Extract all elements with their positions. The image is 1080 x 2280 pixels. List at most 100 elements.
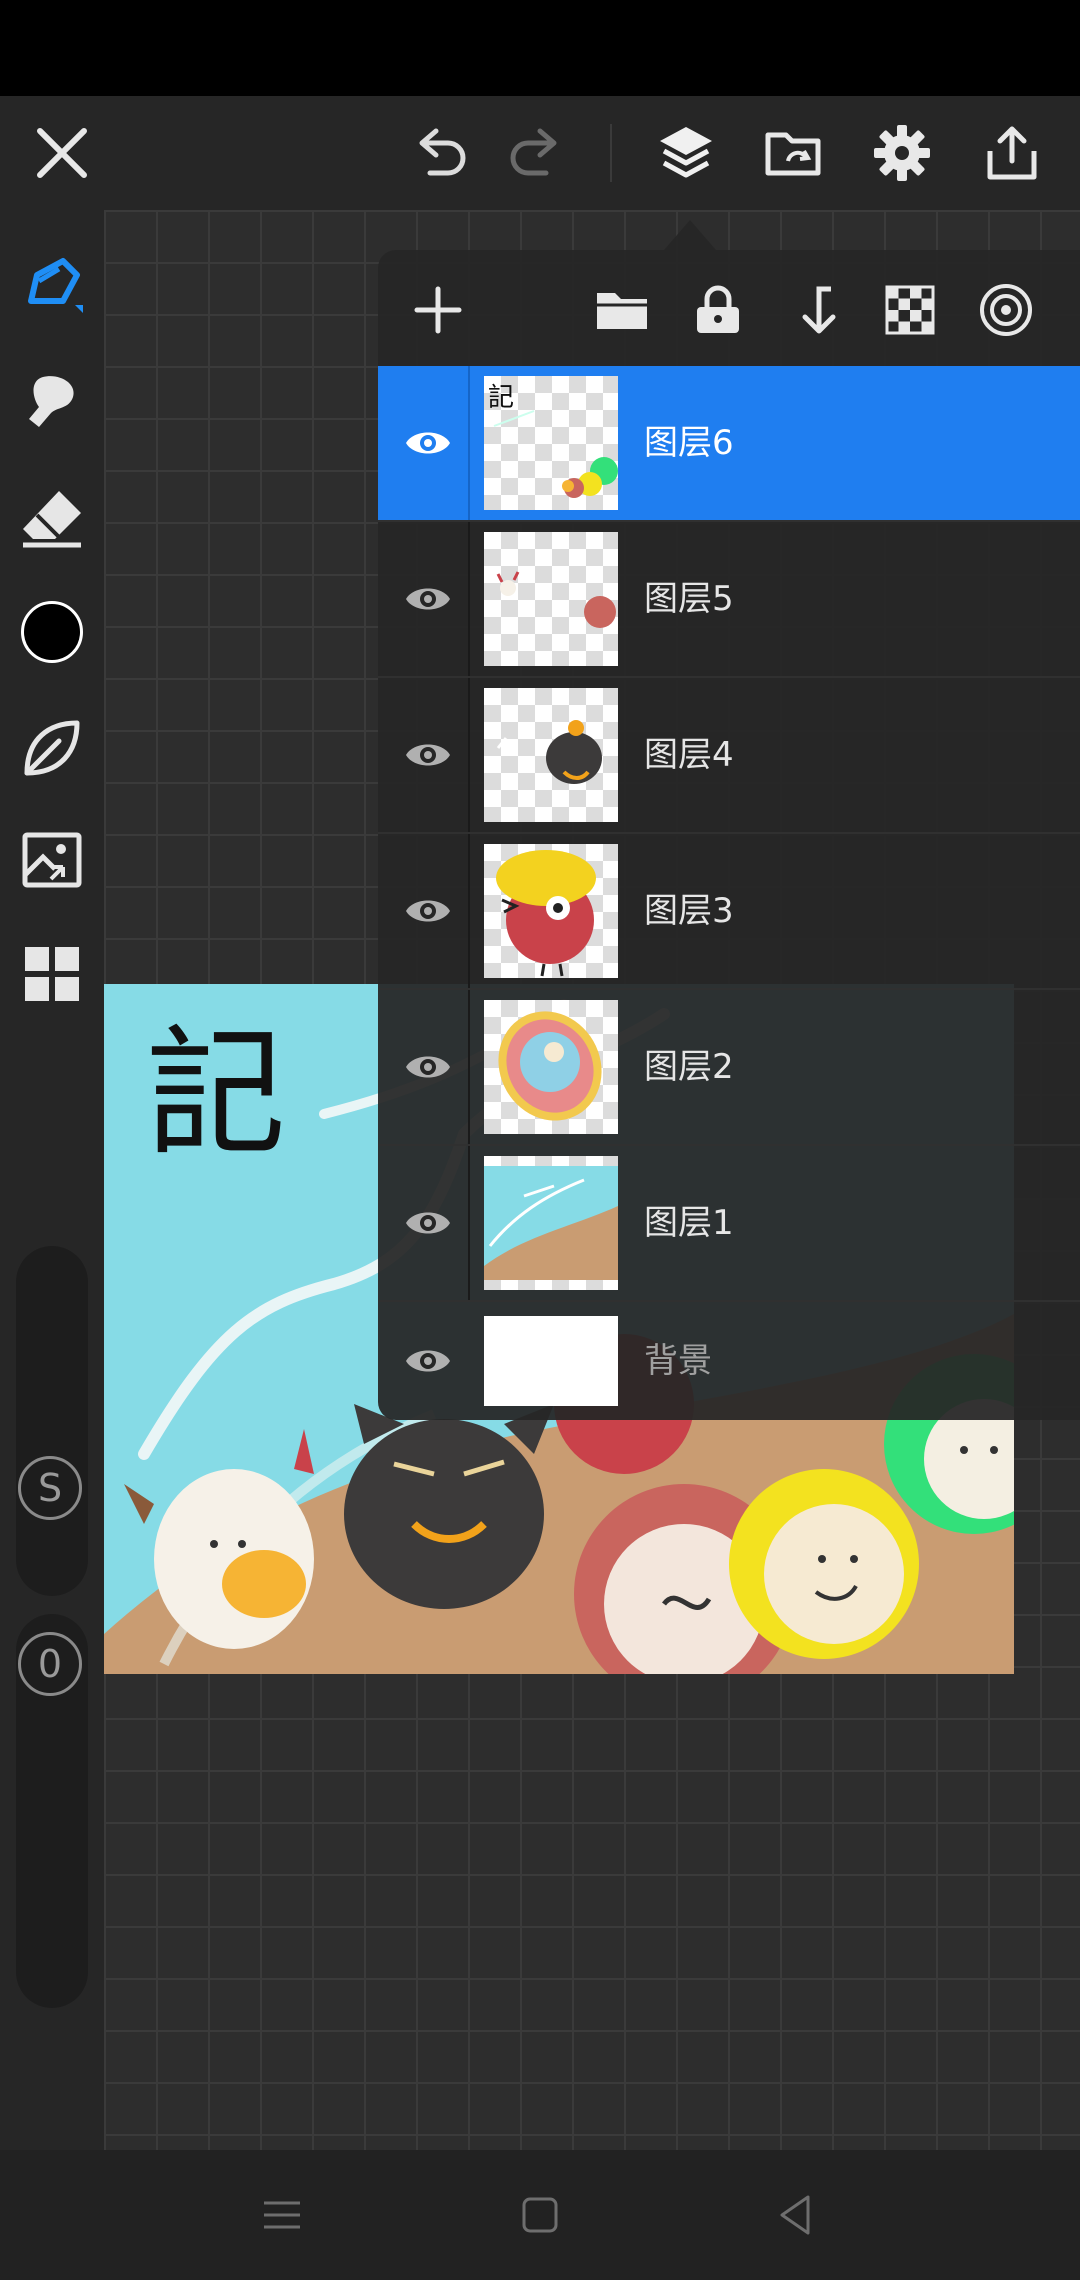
redo-icon [510,128,557,176]
menu-icon [264,2201,300,2229]
brush-tool-button[interactable] [0,234,104,338]
merge-down-button[interactable] [772,268,856,352]
undo-icon [419,128,466,176]
lock-icon [697,285,739,333]
merge-down-icon [802,286,836,334]
color-swatch [21,601,83,663]
eye-icon [406,744,450,766]
visibility-toggle[interactable] [398,1037,458,1097]
layer-row-3[interactable]: 图层3 [378,834,1080,990]
layer-name: 背景 [644,1341,712,1381]
gear-icon [874,125,930,181]
gallery-sync-icon [765,132,821,176]
smudge-tool-button[interactable] [0,350,104,454]
eye-icon [406,1350,450,1372]
opacity-knob[interactable]: 0 [18,1632,82,1696]
target-icon [980,284,1032,336]
layer-panel-caret [664,220,716,250]
new-folder-button[interactable] [580,268,664,352]
leaf-tool-button[interactable] [0,696,104,800]
brush-size-slider[interactable]: S [16,1246,88,1596]
pen-brush-icon [28,258,83,313]
thumb-divider [468,834,470,988]
settings-button[interactable] [852,96,952,210]
eye-icon [406,1056,450,1078]
import-image-button[interactable] [0,808,104,912]
toolbar-divider [610,124,612,182]
thumb-divider [468,990,470,1144]
layer-row-5[interactable]: 图层5 [378,522,1080,678]
eraser-icon [23,491,81,548]
layer-row-1[interactable]: 图层1 [378,1146,1080,1302]
add-layer-button[interactable] [396,268,480,352]
share-button[interactable] [962,96,1062,210]
alpha-lock-button[interactable] [868,268,952,352]
grid-icon [25,947,79,1001]
top-toolbar [0,96,1080,210]
eraser-tool-button[interactable] [0,466,104,570]
gallery-button[interactable] [744,96,844,210]
system-nav-bar [0,2150,1080,2280]
visibility-toggle[interactable] [398,725,458,785]
back-icon [780,2195,810,2235]
home-icon [522,2197,558,2233]
layer-thumbnail: 記 [484,376,618,510]
opacity-slider[interactable]: 0 [16,1614,88,2008]
calligraphy-text: 記 [146,1013,286,1176]
thumb-divider [468,678,470,832]
layer-name: 图层4 [644,735,734,775]
back-button[interactable] [756,2175,836,2255]
layer-row-2[interactable]: 图层2 [378,990,1080,1146]
thumb-divider [468,522,470,676]
visibility-toggle[interactable] [398,569,458,629]
layer-name: 图层3 [644,891,734,931]
close-button[interactable] [12,96,112,210]
eye-icon [406,900,450,922]
lock-layer-button[interactable] [676,268,760,352]
thumb-divider [468,366,470,520]
more-tools-button[interactable] [0,922,104,1026]
layers-icon [660,127,712,178]
leaf-icon [24,720,80,776]
layer-row-background[interactable]: 背景 [378,1302,1080,1420]
visibility-toggle[interactable] [398,1331,458,1391]
redo-button[interactable] [486,96,586,210]
layer-name: 图层2 [644,1047,734,1087]
layer-thumbnail [484,1316,618,1406]
svg-text:記: 記 [488,383,514,413]
layer-name: 图层6 [644,423,734,463]
checker-icon [885,285,935,335]
status-bar [0,0,1080,96]
eye-icon [406,432,450,454]
visibility-toggle[interactable] [398,881,458,941]
layer-thumbnail [484,1000,618,1134]
layer-thumbnail [484,532,618,666]
share-icon [987,126,1037,180]
folder-icon [597,293,647,329]
layer-thumbnail [484,844,618,978]
layer-panel: 記 图层6 图层5 图层4 图层3 图层2 图层1 背景 [378,250,1080,1420]
undo-button[interactable] [390,96,490,210]
recent-apps-button[interactable] [242,2175,322,2255]
layer-name: 图层1 [644,1203,734,1243]
layer-name: 图层5 [644,579,734,619]
image-icon [22,832,82,888]
visibility-toggle[interactable] [398,1193,458,1253]
close-icon [37,128,87,178]
layer-row-6[interactable]: 記 图层6 [378,366,1080,522]
layer-thumbnail [484,1156,618,1290]
visibility-toggle[interactable] [398,413,458,473]
layer-effects-button[interactable] [964,268,1048,352]
layer-row-4[interactable]: 图层4 [378,678,1080,834]
eye-icon [406,588,450,610]
tool-sidebar: S 0 [0,210,104,2150]
home-button[interactable] [500,2175,580,2255]
layer-thumbnail [484,688,618,822]
smudge-icon [29,376,74,427]
thumb-divider [468,1146,470,1300]
layer-panel-toolbar [378,250,1080,366]
color-picker-button[interactable] [0,580,104,684]
layers-button[interactable] [636,96,736,210]
brush-size-knob[interactable]: S [18,1456,82,1520]
add-layer-icon [414,286,462,334]
